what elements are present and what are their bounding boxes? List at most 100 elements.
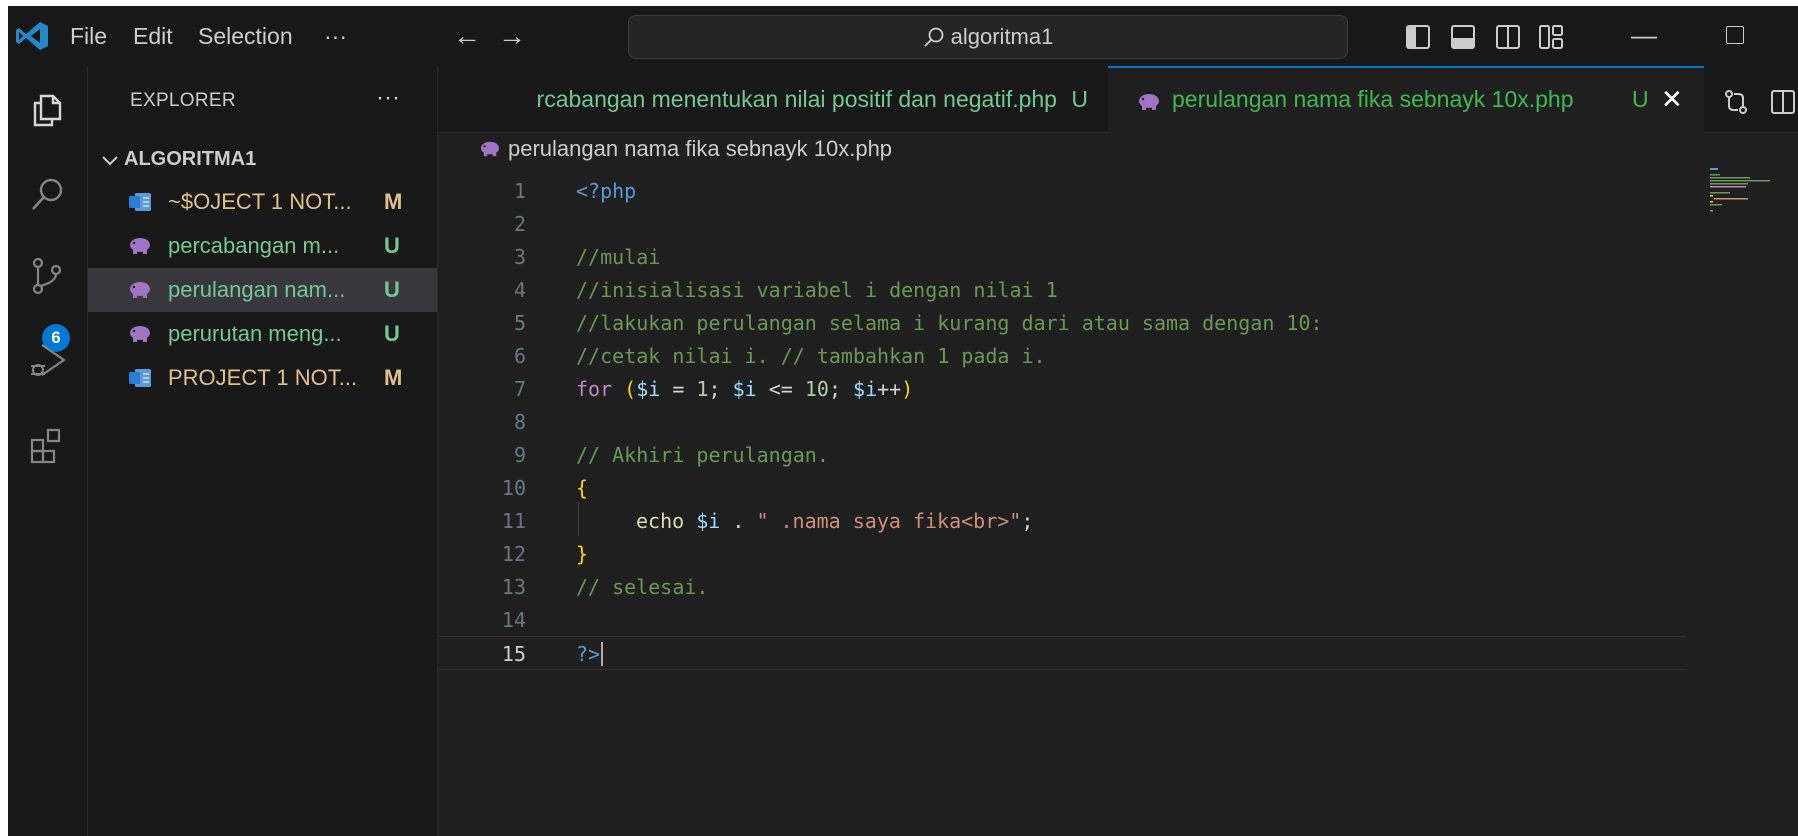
code-comment: //inisialisasi variabel i dengan nilai 1 [576, 278, 1058, 302]
run-and-debug-icon[interactable] [28, 340, 68, 380]
punct-token: ; [708, 377, 733, 401]
file-status-badge: U [384, 277, 400, 302]
punct-token: ; [828, 377, 854, 401]
code-line: 14 [438, 603, 1698, 637]
title-bar: File Edit Selection ··· ← → algoritma1 — [8, 6, 1798, 66]
tab-percabangan[interactable]: rcabangan menentukan nilai positif dan n… [438, 66, 1108, 132]
extensions-icon[interactable] [28, 426, 68, 466]
operator-token: <= [756, 377, 805, 401]
line-number: 6 [513, 344, 526, 368]
variable-token: $i [636, 377, 661, 401]
keyword-token: for [576, 377, 613, 401]
file-item[interactable]: PROJECT 1 NOT... M [88, 356, 437, 400]
word-doc-icon [129, 193, 151, 211]
menu-file[interactable]: File [70, 23, 107, 50]
toggle-primary-sidebar-icon[interactable] [1405, 24, 1431, 50]
file-name: PROJECT 1 NOT... [168, 365, 358, 390]
code-comment: // selesai. [576, 575, 709, 599]
indent-guide [578, 502, 579, 536]
operator-token: ++ [877, 377, 902, 401]
file-item-selected[interactable]: perulangan nam... U [88, 268, 437, 312]
text-cursor [601, 642, 604, 666]
search-icon[interactable] [28, 174, 68, 214]
forward-arrow-icon[interactable]: → [498, 20, 526, 52]
menu-more[interactable]: ··· [324, 23, 347, 50]
folder-header[interactable]: ALGORITMA1 [88, 142, 437, 180]
brace-token: { [576, 476, 589, 500]
keyword-token: echo [636, 509, 685, 533]
code-comment: //cetak nilai i. // tambahkan 1 pada i. [576, 344, 1046, 368]
back-arrow-icon[interactable]: ← [453, 20, 481, 52]
file-status-badge: U [384, 233, 400, 258]
php-elephant-icon [130, 238, 150, 254]
tab-status: U [1071, 86, 1088, 112]
breadcrumb[interactable]: perulangan nama fika sebnayk 10x.php [478, 136, 892, 172]
brace-token: ) [901, 377, 914, 401]
word-doc-icon [129, 369, 151, 387]
toggle-secondary-sidebar-icon[interactable] [1495, 24, 1521, 50]
variable-token: $i [696, 509, 721, 533]
code-line: 8 [438, 405, 1698, 439]
variable-token: $i [732, 377, 757, 401]
file-name: perurutan meng... [168, 321, 342, 346]
operator-token: = [660, 377, 697, 401]
command-center-search[interactable]: algoritma1 [628, 15, 1348, 59]
code-line: 9 // Akhiri perulangan. [438, 438, 1698, 472]
tab-perulangan-active[interactable]: perulangan nama fika sebnayk 10x.php U ✕ [1108, 66, 1704, 133]
code-text: ?> [576, 642, 604, 666]
code-line-current: 15 ?> [438, 636, 1686, 670]
line-number: 13 [501, 575, 526, 599]
explorer-more-actions[interactable]: ··· [376, 84, 400, 112]
code-comment: //mulai [576, 245, 661, 269]
folder-name: ALGORITMA1 [124, 148, 257, 170]
maximize-button[interactable] [1726, 26, 1744, 44]
minimap[interactable] [1708, 162, 1788, 232]
php-close-tag: ?> [576, 642, 601, 666]
file-name: perulangan nam... [168, 277, 346, 302]
file-item[interactable]: perurutan meng... U [88, 312, 437, 356]
source-control-icon[interactable] [28, 256, 68, 296]
breadcrumb-file: perulangan nama fika sebnayk 10x.php [508, 136, 893, 161]
customize-layout-icon[interactable] [1538, 24, 1564, 50]
operator-token: . [720, 509, 757, 533]
brace-token: } [576, 542, 589, 566]
code-line: 1 <?php [438, 174, 1698, 208]
menu-selection[interactable]: Selection [198, 23, 293, 50]
explorer-files-icon[interactable] [28, 88, 68, 128]
tab-label: rcabangan menentukan nilai positif dan n… [536, 86, 1057, 112]
file-status-badge: M [384, 365, 403, 390]
string-token: " .nama saya fika<br>" [756, 509, 1022, 533]
file-name: percabangan m... [168, 233, 340, 258]
toggle-panel-icon[interactable] [1450, 24, 1476, 50]
line-number: 7 [513, 377, 526, 401]
tab-close-icon[interactable]: ✕ [1661, 84, 1683, 115]
file-item[interactable]: ~$OJECT 1 NOT... M [88, 180, 437, 224]
menu-edit[interactable]: Edit [133, 23, 173, 50]
file-status-badge: U [384, 321, 400, 346]
number-token: 10 [804, 377, 829, 401]
vscode-window: File Edit Selection ··· ← → algoritma1 —… [8, 6, 1798, 836]
file-item[interactable]: percabangan m... U [88, 224, 437, 268]
explorer-sidebar: EXPLORER ··· ALGORITMA1 ~$OJECT 1 NOT...… [88, 66, 438, 836]
code-line: 6 //cetak nilai i. // tambahkan 1 pada i… [438, 339, 1698, 373]
split-editor-icon[interactable] [1770, 89, 1796, 115]
code-comment: // Akhiri perulangan. [576, 443, 829, 467]
php-elephant-icon [481, 141, 499, 157]
code-line: 5 //lakukan perulangan selama i kurang d… [438, 306, 1698, 340]
line-number: 10 [501, 476, 526, 500]
code-editor[interactable]: 1 <?php 2 3 //mulai 4 //inisialisasi var… [438, 174, 1798, 836]
code-line: 11 echo $i . " .nama saya fika<br>"; [438, 504, 1698, 538]
line-number: 2 [513, 212, 526, 236]
line-number: 15 [501, 642, 526, 666]
code-text: for ($i = 1; $i <= 10; $i++) [576, 377, 913, 401]
activity-bar: 6 [8, 66, 88, 836]
compare-changes-icon[interactable] [1722, 88, 1750, 116]
php-elephant-icon [130, 326, 150, 342]
minimize-button[interactable]: — [1631, 20, 1657, 51]
tab-status: U [1632, 86, 1649, 112]
line-number: 14 [501, 608, 526, 632]
code-text: <?php [576, 179, 637, 203]
code-line: 10 { [438, 471, 1698, 505]
line-number: 5 [513, 311, 526, 335]
php-elephant-icon [130, 282, 150, 298]
